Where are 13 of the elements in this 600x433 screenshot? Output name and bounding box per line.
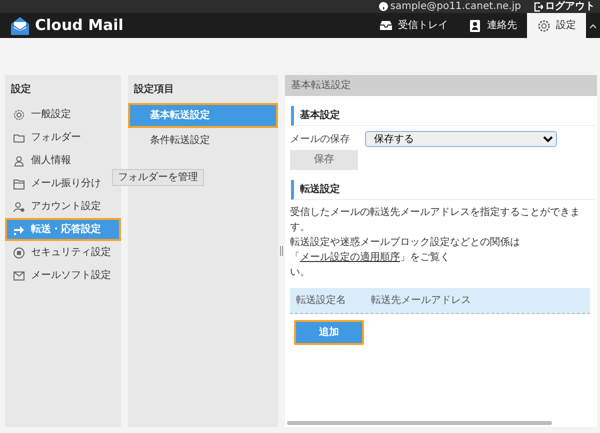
tooltip: フォルダーを管理 xyxy=(112,169,204,186)
panel-title: 基本転送設定 xyxy=(285,75,597,96)
pane-heading: 設定項目 xyxy=(132,82,175,97)
description-text: 転送設定や迷惑メールブロック設定などとの関係は「メール設定の適用順序」をご覧く い。 xyxy=(290,236,521,280)
column-header: 転送設定名 xyxy=(295,294,347,308)
field-label: メールの保存 xyxy=(290,132,351,146)
section-heading: 基本設定 xyxy=(291,106,594,126)
app-title: Cloud Mail xyxy=(35,15,124,36)
email-text: sample@po11.canet.ne.jp xyxy=(390,0,521,13)
pane-heading: 設定 xyxy=(10,82,32,97)
section-heading: 転送設定 xyxy=(291,180,594,200)
column-header: 転送先メールアドレス xyxy=(370,294,472,308)
description-text: 受信したメールの転送先メールアドレスを指定することができます。 xyxy=(290,206,581,234)
